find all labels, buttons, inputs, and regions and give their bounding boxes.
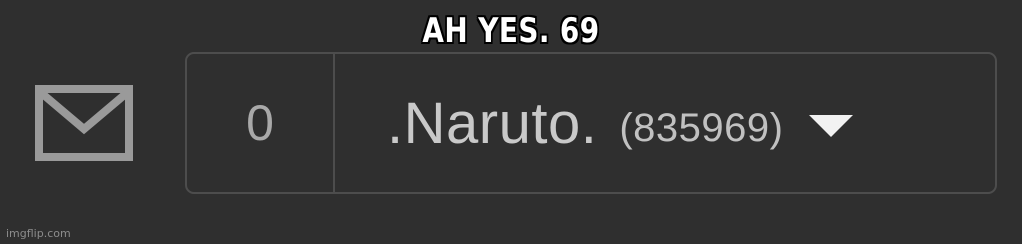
user-dropdown[interactable]: .Naruto. (835969) <box>335 54 995 192</box>
username: .Naruto. <box>387 90 598 156</box>
watermark: imgflip.com <box>6 227 71 240</box>
message-count[interactable]: 0 <box>187 54 335 192</box>
user-points: (835969) <box>619 105 784 150</box>
account-box: 0 .Naruto. (835969) <box>185 52 997 194</box>
caret-down-icon <box>809 115 854 137</box>
mail-button[interactable] <box>30 80 138 166</box>
envelope-icon <box>35 85 133 161</box>
meme-caption: AH YES. 69 <box>422 11 600 51</box>
